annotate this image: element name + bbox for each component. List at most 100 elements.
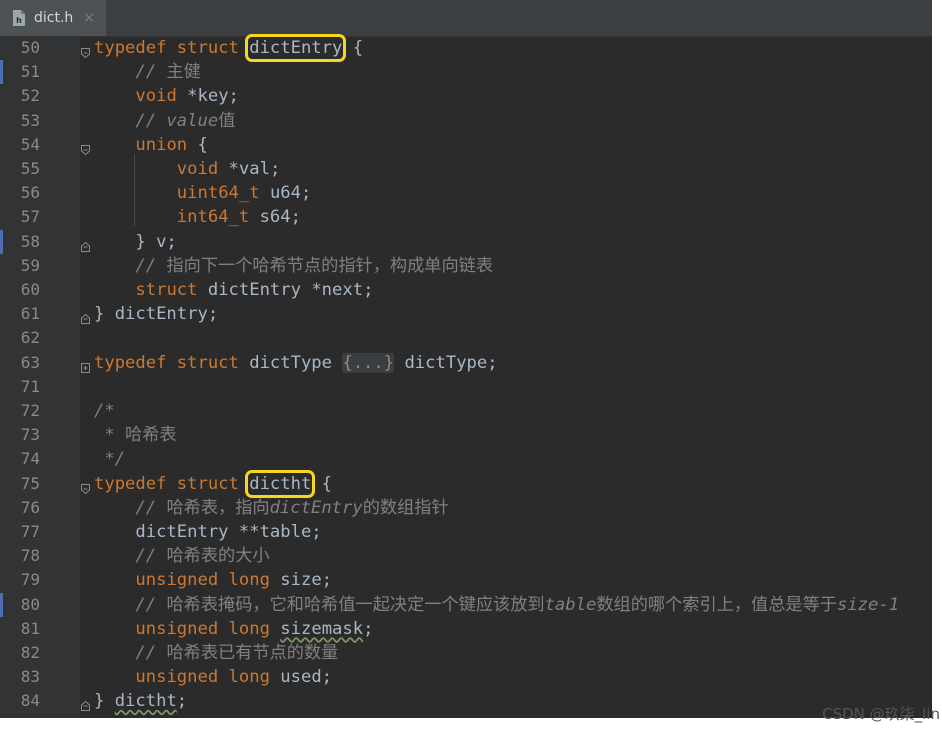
code-line: */ bbox=[94, 447, 125, 471]
code-line: } dictht; bbox=[94, 689, 187, 713]
code-token: 哈希表的大小 bbox=[166, 546, 270, 567]
tab-dict-h[interactable]: h dict.h × bbox=[0, 0, 106, 36]
code-line: // 哈希表，指向dictEntry的数组指针 bbox=[94, 496, 449, 520]
code-token: u64; bbox=[259, 183, 312, 204]
code-line: int64_t s64; bbox=[94, 205, 301, 229]
fold-open-icon[interactable] bbox=[81, 140, 90, 155]
line-number: 72 bbox=[20, 401, 40, 420]
fold-open-icon[interactable] bbox=[81, 479, 90, 494]
code-token: unsigned long bbox=[135, 667, 270, 688]
code-token: 指向下一个哈希节点的指针，构成单向链表 bbox=[166, 255, 494, 276]
line-number: 52 bbox=[20, 86, 40, 106]
code-token: ; bbox=[176, 691, 188, 712]
fold-collapsed-icon[interactable] bbox=[81, 358, 90, 373]
code-line: // 哈希表掩码，它和哈希值一起决定一个键应该放到table数组的哪个索引上，值… bbox=[94, 593, 899, 617]
line-number: 63 bbox=[20, 352, 40, 372]
code-token: // bbox=[94, 255, 167, 276]
code-token: 主健 bbox=[166, 62, 201, 83]
line-number: 79 bbox=[20, 570, 40, 590]
line-number: 50 bbox=[20, 38, 40, 57]
watermark: CSDN @玖柒_lin bbox=[822, 705, 940, 723]
code-token: // bbox=[94, 643, 167, 663]
code-token: dictht bbox=[114, 691, 177, 712]
code-token: dictEntry bbox=[269, 497, 363, 518]
code-line: unsigned long size; bbox=[94, 568, 332, 592]
line-number: 84 bbox=[20, 691, 40, 711]
close-icon[interactable]: × bbox=[83, 10, 95, 26]
code-token: * bbox=[94, 425, 126, 446]
fold-close-icon[interactable] bbox=[81, 309, 90, 325]
code-token: dictType; bbox=[394, 352, 498, 373]
line-number: 74 bbox=[20, 449, 40, 469]
code-token: // value bbox=[94, 110, 219, 131]
code-line: typedef struct dictEntry { bbox=[94, 34, 363, 62]
line-number: 62 bbox=[20, 328, 40, 348]
code-token: uint64_t bbox=[176, 183, 260, 204]
code-line: void *key; bbox=[94, 84, 239, 108]
code-token: typedef struct bbox=[94, 473, 250, 494]
line-number: 75 bbox=[20, 473, 40, 493]
code-line: } v; bbox=[94, 230, 176, 254]
code-line: struct dictEntry *next; bbox=[94, 278, 373, 302]
code-token: dictEntry **table; bbox=[94, 522, 322, 542]
code-token: 数组的哪个索引上，值总是等于 bbox=[596, 594, 837, 615]
code-line: unsigned long sizemask; bbox=[94, 617, 373, 641]
line-number: 53 bbox=[20, 110, 40, 130]
change-marker bbox=[0, 60, 3, 85]
code-area[interactable]: typedef struct dictEntry { // 主健 void *k… bbox=[94, 34, 932, 718]
code-line: void *val; bbox=[94, 157, 281, 181]
line-number: 71 bbox=[20, 376, 40, 396]
code-token: // bbox=[94, 546, 167, 567]
line-number: 80 bbox=[20, 594, 40, 614]
line-number: 82 bbox=[20, 643, 40, 662]
line-number: 81 bbox=[20, 618, 40, 638]
change-marker bbox=[0, 592, 3, 617]
code-token: *key; bbox=[176, 86, 239, 107]
code-line: typedef struct dictType {...} dictType; bbox=[94, 351, 498, 375]
line-number: 83 bbox=[20, 667, 40, 687]
code-line: union { bbox=[94, 133, 208, 157]
code-line: // 指向下一个哈希节点的指针，构成单向链表 bbox=[94, 254, 493, 278]
code-token: 的数组指针 bbox=[362, 497, 449, 518]
code-token: dictType bbox=[249, 352, 343, 373]
line-number: 78 bbox=[20, 546, 40, 566]
code-token: } dictEntry; bbox=[94, 304, 219, 325]
code-token: /* bbox=[94, 401, 115, 421]
code-token: // bbox=[94, 62, 167, 83]
fold-open-icon[interactable] bbox=[81, 43, 90, 59]
line-number: 55 bbox=[20, 159, 40, 178]
fold-close-icon[interactable] bbox=[81, 696, 90, 712]
code-line: // 主健 bbox=[94, 60, 201, 84]
change-marker bbox=[0, 229, 3, 254]
code-line: // 哈希表已有节点的数量 bbox=[94, 641, 338, 665]
code-token: */ bbox=[94, 449, 126, 470]
code-token: } bbox=[94, 691, 115, 712]
editor-window: h dict.h × 50 51 52 53 54 55 56 57 58 59 60 61 62 63 7… bbox=[0, 0, 932, 718]
line-number-gutter: 50 51 52 53 54 55 56 57 58 59 60 61 62 63 71 72 73 74 75 76… bbox=[0, 36, 80, 718]
code-token: s64; bbox=[249, 207, 301, 228]
fold-close-icon[interactable] bbox=[81, 237, 90, 252]
code-token: dictEntry *next; bbox=[197, 280, 374, 300]
line-number: 77 bbox=[20, 522, 40, 541]
highlighted-identifier: dictht bbox=[245, 469, 316, 498]
code-token: 哈希表，指向 bbox=[166, 497, 270, 518]
line-number: 76 bbox=[20, 497, 40, 517]
code-token: union bbox=[135, 134, 188, 155]
code-token: 值 bbox=[218, 110, 236, 131]
code-token: *val; bbox=[218, 159, 281, 179]
tab-filename: dict.h bbox=[34, 10, 74, 26]
code-token: // bbox=[94, 594, 167, 615]
code-token[interactable]: {...} bbox=[342, 352, 395, 373]
code-token: ; bbox=[363, 618, 374, 639]
code-token: typedef struct bbox=[94, 38, 250, 58]
code-line: // 哈希表的大小 bbox=[94, 544, 270, 568]
code-token: { bbox=[187, 134, 208, 155]
code-line: // value值 bbox=[94, 109, 235, 133]
